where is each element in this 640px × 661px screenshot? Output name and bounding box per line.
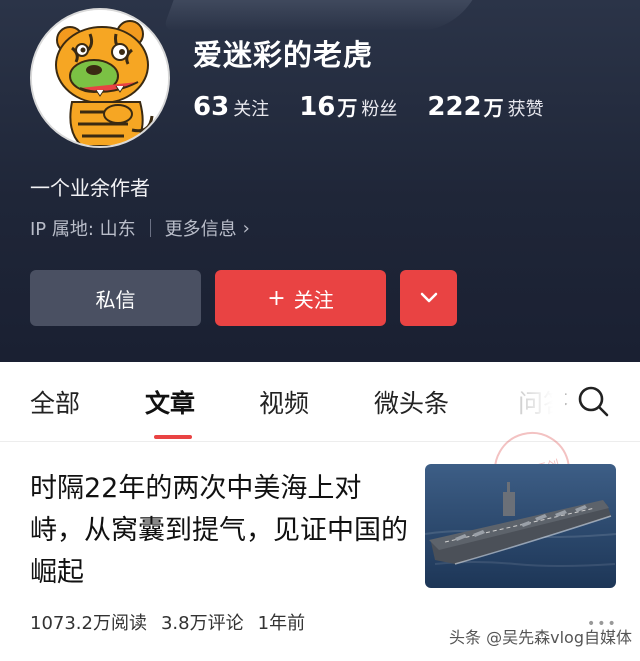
profile-bio: 一个业余作者	[30, 176, 150, 200]
article-publish-time: 1年前	[257, 613, 306, 634]
header-background-image	[162, 0, 478, 30]
article-title[interactable]: 时隔22年的两次中美海上对峙，从窝囊到提气，见证中国的崛起	[30, 468, 410, 594]
profile-meta: IP 属地: 山东 更多信息 ›	[30, 215, 250, 241]
follow-button-label: 关注	[293, 287, 334, 312]
more-info-link[interactable]: 更多信息 ›	[165, 215, 250, 241]
message-button[interactable]: 私信	[30, 270, 201, 326]
plus-icon: +	[267, 285, 286, 311]
follow-button[interactable]: + 关注	[215, 270, 386, 326]
stat-likes[interactable]: 222 万 获赞	[427, 92, 543, 122]
stat-followers-count: 16	[299, 92, 336, 122]
source-watermark: 头条 @吴先森vlog自媒体	[449, 628, 632, 647]
aircraft-carrier-image	[425, 464, 616, 588]
chevron-right-icon: ›	[242, 217, 250, 239]
article-thumbnail[interactable]	[425, 464, 616, 588]
tab-fade-overlay	[505, 362, 565, 440]
stat-following-count: 63	[193, 92, 230, 122]
tiger-mascot-icon	[32, 10, 168, 146]
tab-all[interactable]: 全部	[30, 384, 80, 420]
profile-nickname: 爱迷彩的老虎	[193, 38, 374, 72]
meta-divider	[149, 219, 151, 237]
chevron-down-icon	[420, 292, 437, 303]
stat-followers-label: 粉丝	[361, 99, 398, 120]
search-icon[interactable]	[576, 384, 610, 418]
stat-likes-unit: 万	[483, 96, 504, 120]
tab-videos[interactable]: 视频	[259, 384, 309, 420]
profile-header: 爱迷彩的老虎 63 关注 16 万 粉丝 222 万 获赞 一个业余作者 IP …	[0, 0, 640, 362]
article-stats: 1073.2万阅读 3.8万评论 1年前	[30, 609, 319, 635]
stat-likes-count: 222	[427, 92, 482, 122]
message-button-label: 私信	[95, 287, 136, 312]
active-tab-indicator	[154, 435, 192, 439]
stat-followers-unit: 万	[337, 96, 358, 120]
tab-articles[interactable]: 文章	[145, 384, 195, 420]
stat-likes-label: 获赞	[507, 99, 544, 120]
more-info-label: 更多信息	[164, 219, 237, 240]
article-read-count: 1073.2万阅读	[30, 613, 147, 634]
tab-micro-posts[interactable]: 微头条	[374, 384, 449, 420]
recommend-dropdown-button[interactable]	[400, 270, 457, 326]
avatar[interactable]	[30, 8, 170, 148]
content-tabs: 全部 文章 视频 微头条 问答	[0, 362, 640, 442]
stat-followers[interactable]: 16 万 粉丝	[299, 92, 397, 122]
stat-following-label: 关注	[233, 99, 270, 120]
ip-location: IP 属地: 山东	[30, 219, 136, 240]
profile-stats: 63 关注 16 万 粉丝 222 万 获赞	[193, 92, 574, 122]
article-comment-count: 3.8万评论	[160, 613, 244, 634]
stat-following[interactable]: 63 关注	[193, 92, 269, 122]
